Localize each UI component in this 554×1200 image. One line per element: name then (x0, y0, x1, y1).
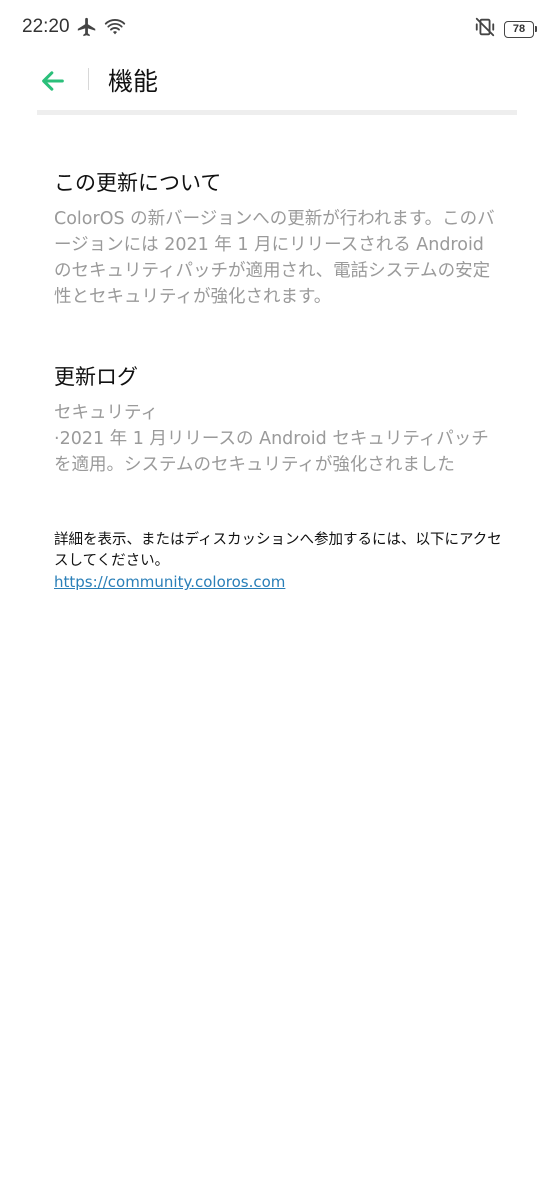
airplane-icon (76, 16, 98, 42)
wifi-icon (104, 16, 126, 42)
section-body-about: ColorOS の新バージョンへの更新が行われます。このバージョンには 2021… (54, 209, 495, 307)
changelog-category: セキュリティ (54, 403, 158, 423)
status-right-icons: 78 (474, 16, 537, 42)
status-bar: 22:20 78 (0, 0, 554, 56)
info-note: 詳細を表示、またはディスカッションへ参加するには、以下にアクセスしてください。 … (54, 530, 514, 594)
community-link[interactable]: https://community.coloros.com (54, 572, 285, 593)
page-title: 機能 (108, 67, 159, 96)
header-divider (37, 110, 517, 115)
back-arrow-icon (42, 71, 64, 91)
status-time: 22:20 (22, 16, 70, 37)
section-heading-changelog: 更新ログ (54, 365, 138, 389)
changelog-item: ·2021 年 1 月リリースの Android セキュリティパッチを適用。シス… (54, 429, 489, 475)
vibrate-off-icon (474, 16, 496, 42)
section-heading-about: この更新について (54, 171, 222, 195)
content: この更新について ColorOS の新バージョンへの更新が行われます。このバージ… (54, 168, 504, 478)
info-note-text: 詳細を表示、またはディスカッションへ参加するには、以下にアクセスしてください。 (54, 532, 502, 569)
title-divider (88, 68, 89, 90)
back-button[interactable] (36, 64, 70, 98)
battery-icon: 78 (504, 20, 537, 38)
section-body-changelog: セキュリティ ·2021 年 1 月リリースの Android セキュリティパッ… (54, 400, 504, 478)
status-left-icons (76, 16, 126, 42)
app-bar: 機能 (0, 56, 554, 112)
